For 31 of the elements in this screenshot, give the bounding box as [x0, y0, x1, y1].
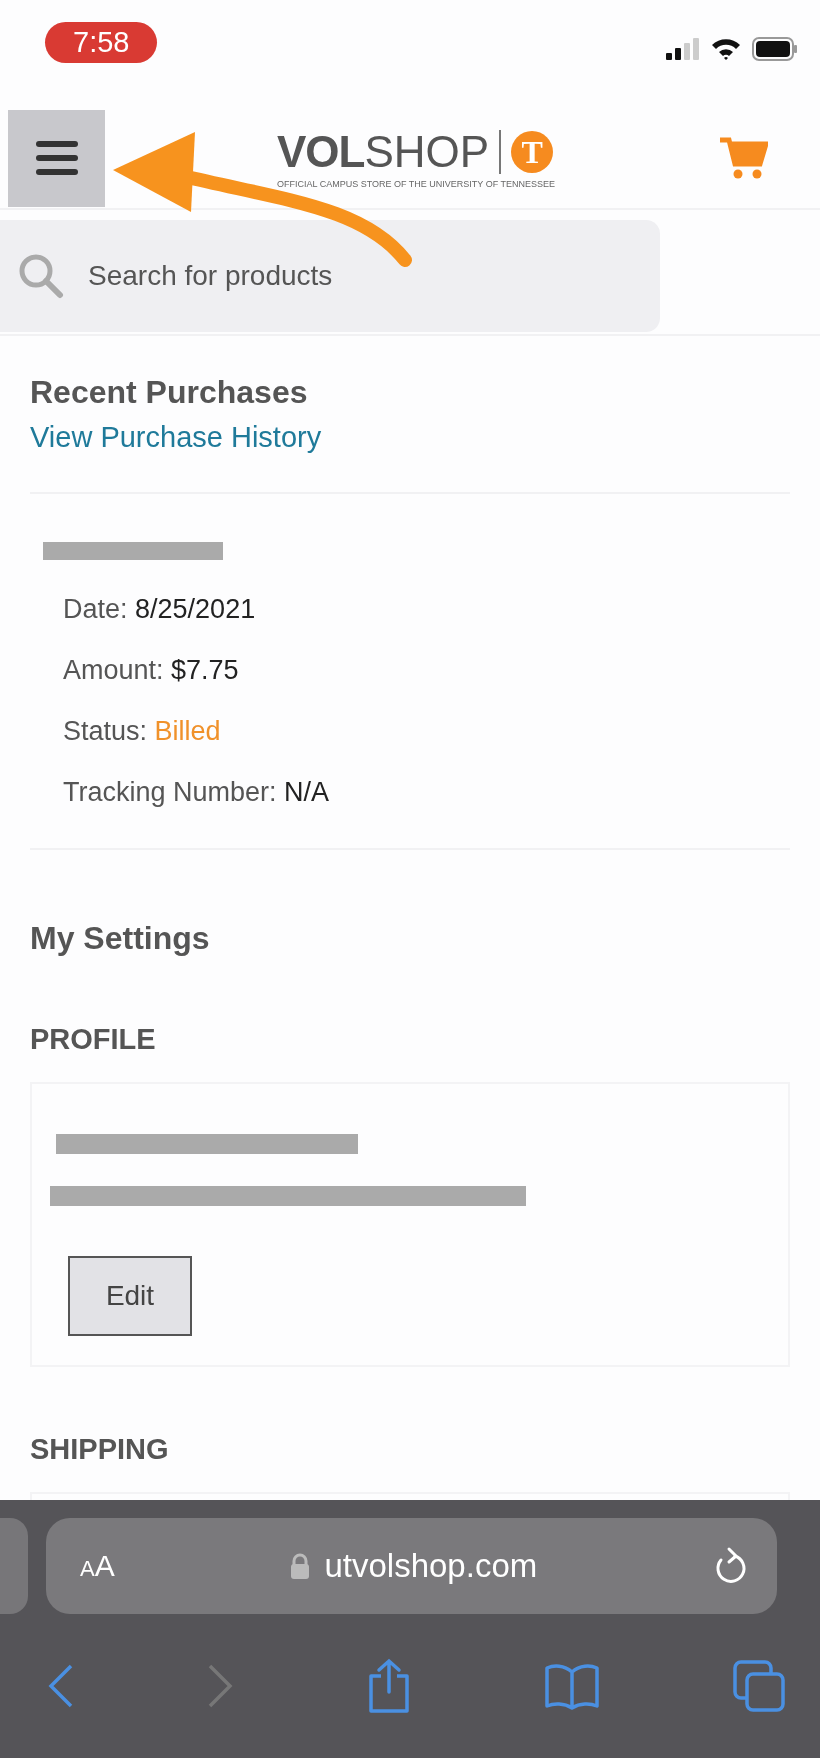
purchase-history-link[interactable]: View Purchase History [30, 421, 322, 454]
cart-icon[interactable] [720, 136, 768, 180]
order-detail: Date: 8/25/2021 [63, 594, 257, 625]
order-detail: Status: Billed [63, 716, 222, 747]
url-text: utvolshop.com [324, 1547, 538, 1585]
wifi-icon [710, 37, 742, 61]
address-bar[interactable]: AA utvolshop.com [46, 1518, 777, 1614]
status-time: 7:58 [45, 22, 158, 63]
section-title: My Settings [30, 920, 210, 957]
signal-icon [666, 38, 700, 60]
tab-preview[interactable] [0, 1518, 28, 1614]
section-title: Recent Purchases [30, 374, 308, 411]
section-heading: SHIPPING [30, 1433, 169, 1466]
search-icon [18, 253, 64, 299]
text-size-button[interactable]: AA [80, 1549, 115, 1583]
logo-tagline: OFFICIAL CAMPUS STORE OF THE UNIVERSITY OF TENNESSEE [277, 179, 556, 189]
logo-wordmark: VOL [277, 127, 365, 177]
order-detail: Tracking Number: N/A [63, 777, 330, 808]
order-detail: Amount: $7.75 [63, 655, 240, 686]
tabs-icon[interactable] [733, 1660, 785, 1712]
logo-mark: T [511, 131, 554, 173]
menu-button[interactable] [8, 109, 105, 207]
edit-button[interactable]: Edit [68, 1256, 192, 1336]
lock-icon [290, 1553, 311, 1579]
section-heading: PROFILE [30, 1023, 156, 1056]
back-icon[interactable] [48, 1664, 74, 1708]
menu-icon [33, 139, 80, 177]
search-field[interactable]: Search for products [86, 259, 510, 293]
logo-wordmark: SHOP [364, 127, 490, 177]
battery-icon [752, 37, 798, 61]
bookmarks-icon[interactable] [544, 1662, 601, 1710]
